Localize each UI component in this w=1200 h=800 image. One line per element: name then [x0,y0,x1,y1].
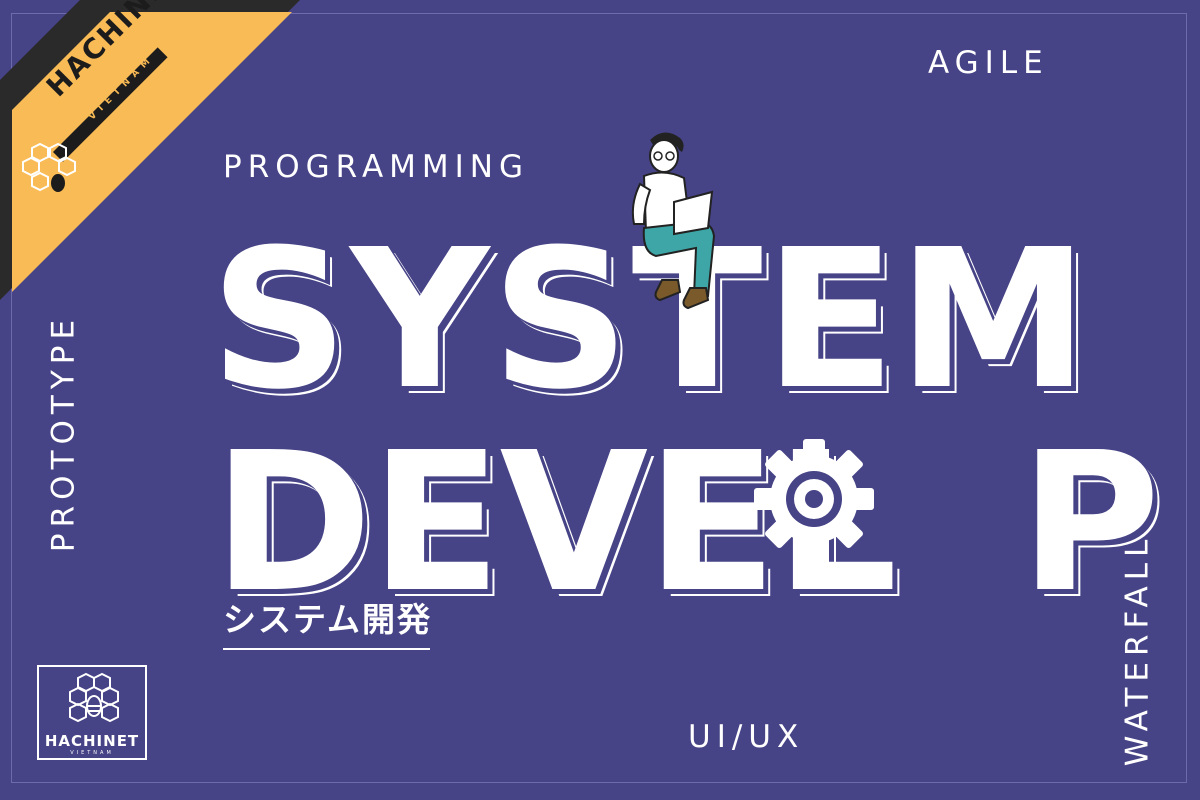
subtitle-underline [223,648,430,650]
logo-brand-name: HACHINET [44,732,140,750]
logo-brand-sub: VIETNAM [70,750,114,756]
person-with-laptop-icon [631,132,716,310]
label-agile: AGILE [928,45,1049,81]
subtitle-japanese: システム開発 [223,600,433,639]
headline-develop-end: P [1019,412,1161,635]
label-prototype: PROTOTYPE [45,313,82,553]
honeycomb-bee-icon [69,672,119,723]
gear-icon [754,439,874,559]
banner-canvas: HACHINET VIETNAM AGILE PROGRAMMING PROTO… [0,0,1200,800]
label-programming: PROGRAMMING [223,149,529,185]
label-uiux: UI/UX [688,719,805,755]
headline-develop: DEVEL P [213,428,1160,620]
